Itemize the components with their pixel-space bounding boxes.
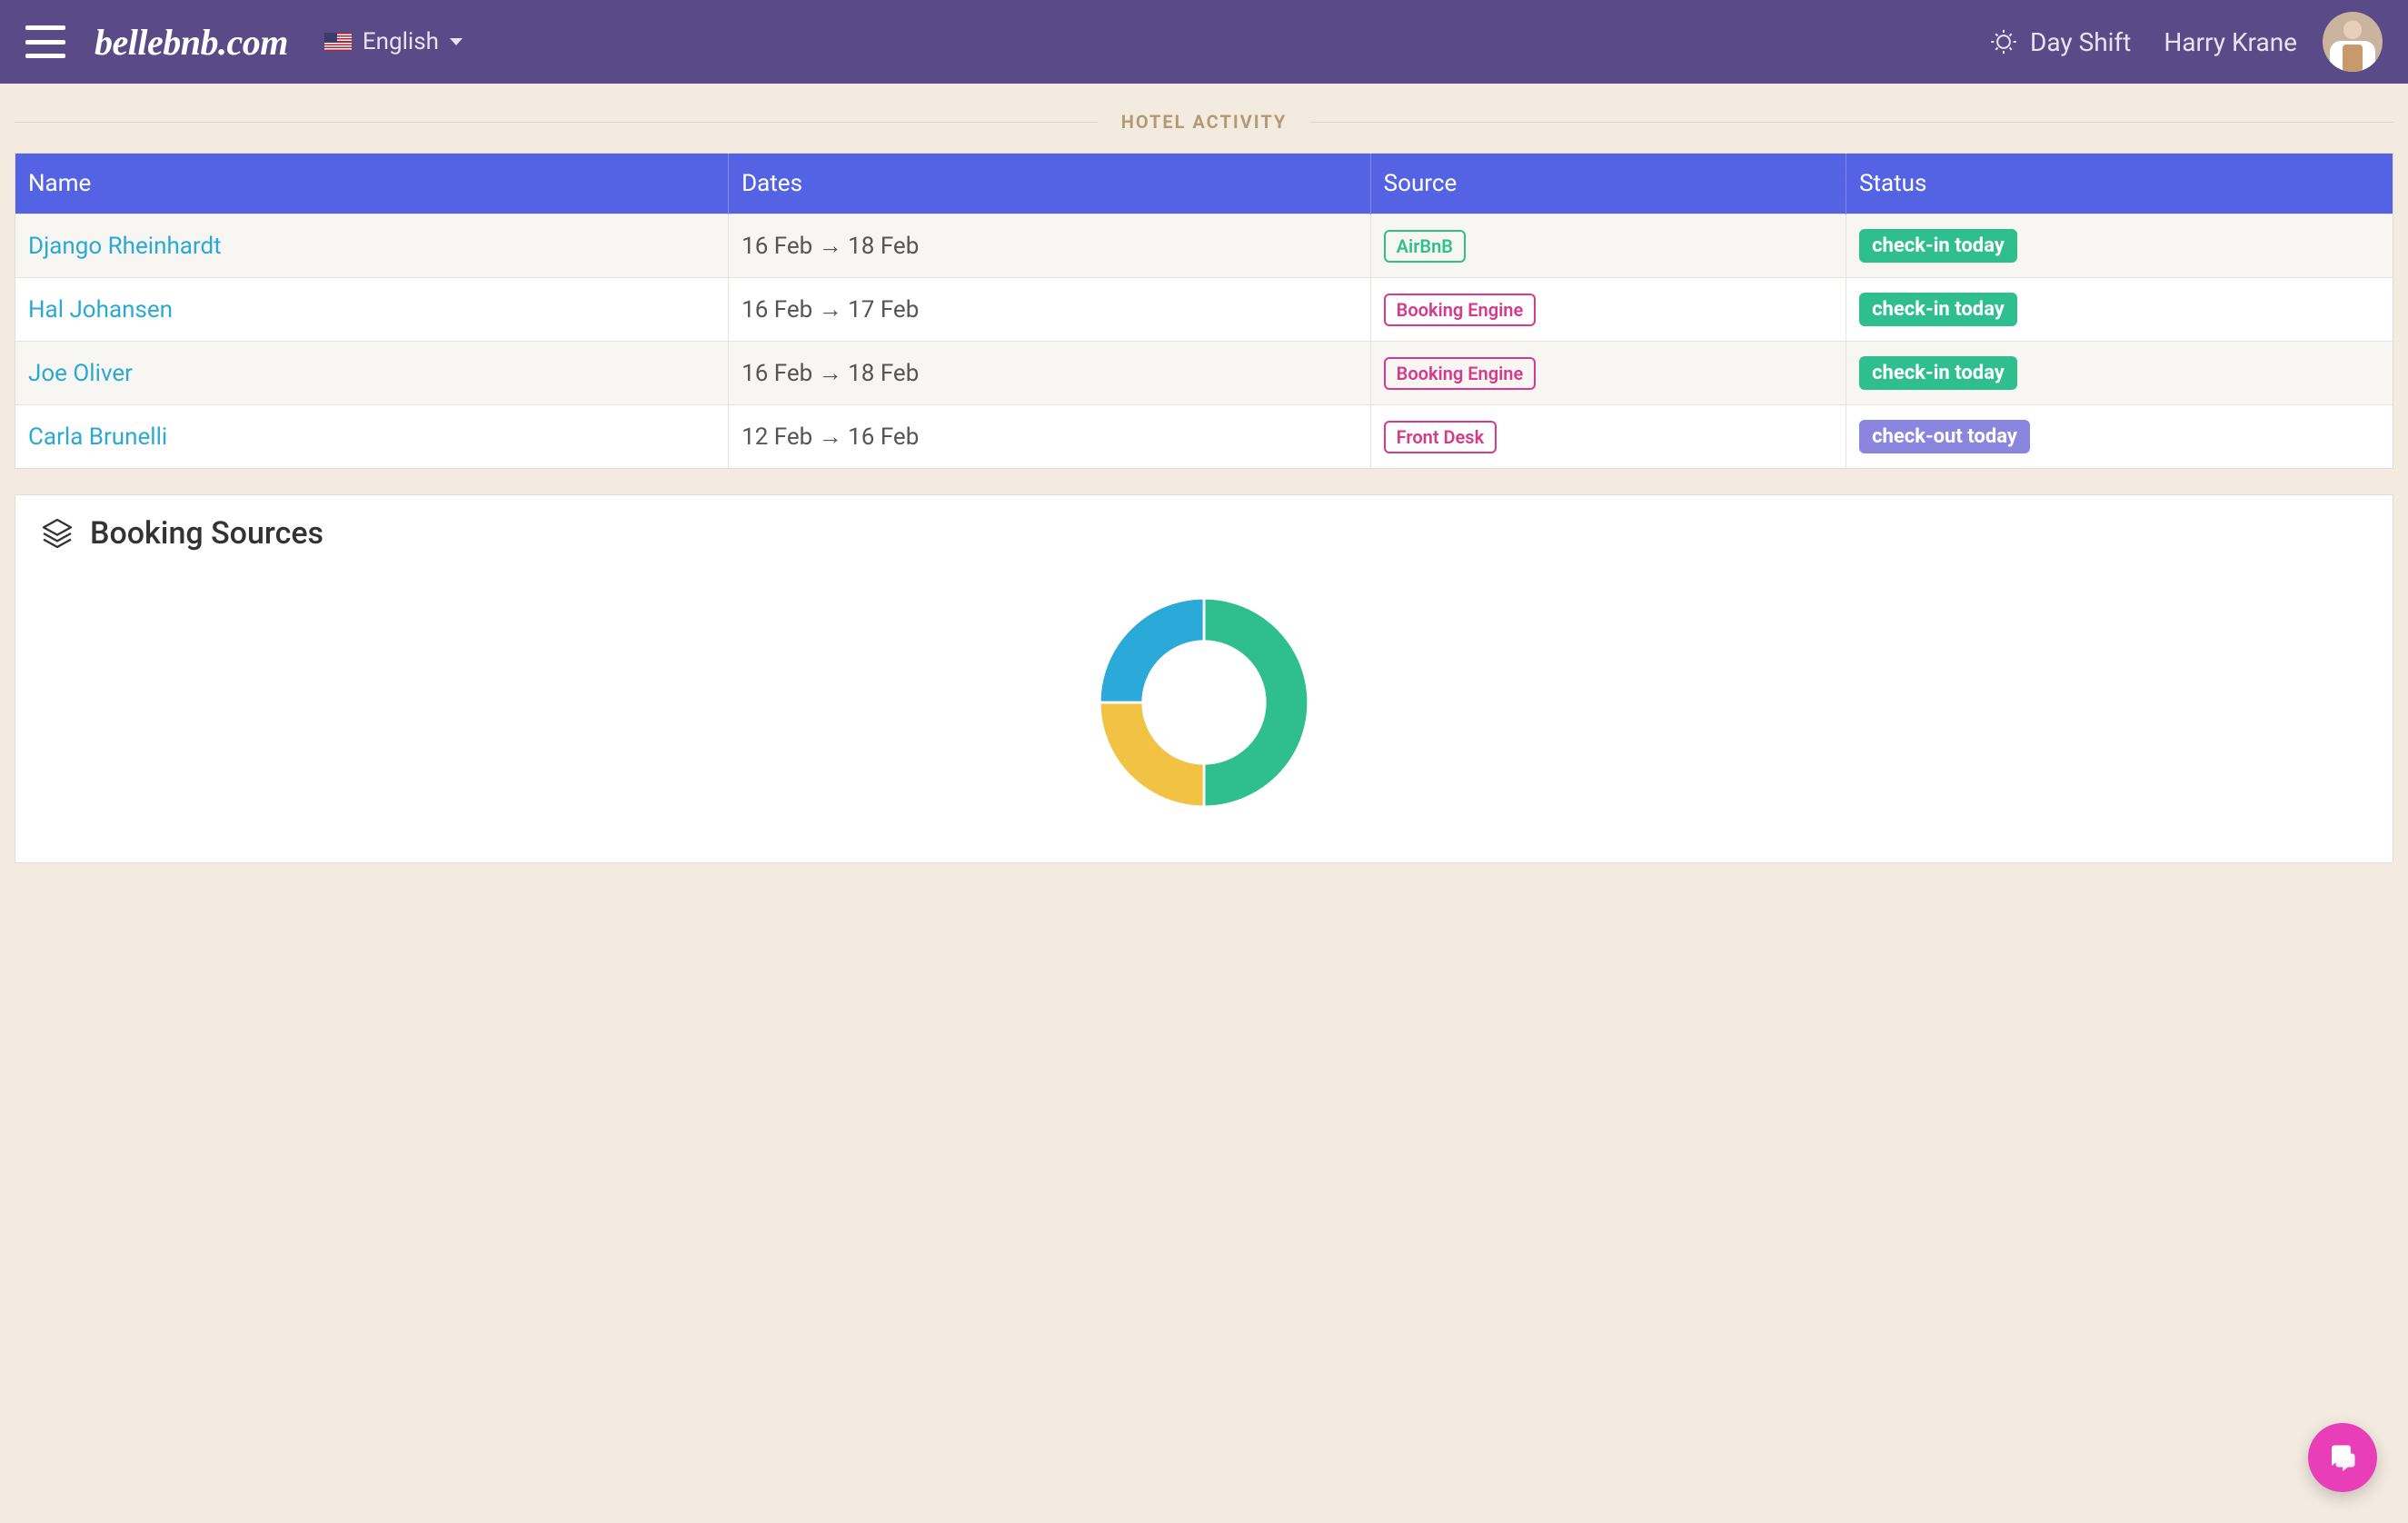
main-content: HOTEL ACTIVITY Name Dates Source Status …	[0, 111, 2408, 900]
status-badge[interactable]: check-in today	[1859, 229, 2017, 263]
section-title: HOTEL ACTIVITY	[1121, 111, 1288, 133]
source-tag[interactable]: AirBnB	[1384, 230, 1466, 263]
guest-link[interactable]: Carla Brunelli	[28, 423, 167, 451]
table-row: Joe Oliver 16 Feb → 18 Feb Booking Engine c…	[15, 342, 2393, 405]
status-badge[interactable]: check-in today	[1859, 293, 2017, 326]
cell-dates: 16 Feb → 17 Feb	[729, 278, 1371, 342]
cell-name: Hal Johansen	[15, 278, 729, 342]
activity-table: Name Dates Source Status Django Rheinhar…	[15, 153, 2393, 469]
chat-fab[interactable]	[2308, 1423, 2377, 1492]
source-tag[interactable]: Front Desk	[1384, 421, 1497, 453]
col-status[interactable]: Status	[1846, 154, 2393, 214]
cell-dates: 12 Feb → 16 Feb	[729, 405, 1371, 469]
col-name[interactable]: Name	[15, 154, 729, 214]
col-dates[interactable]: Dates	[729, 154, 1371, 214]
cell-status: check-in today	[1846, 342, 2393, 405]
sun-icon	[1990, 28, 2017, 55]
chat-icon	[2326, 1441, 2359, 1474]
avatar[interactable]	[2323, 12, 2383, 72]
cell-source: Front Desk	[1370, 405, 1846, 469]
section-divider: HOTEL ACTIVITY	[15, 111, 2393, 133]
cell-status: check-out today	[1846, 405, 2393, 469]
status-badge[interactable]: check-in today	[1859, 356, 2017, 390]
language-label: English	[363, 28, 439, 55]
cell-dates: 16 Feb → 18 Feb	[729, 342, 1371, 405]
card-title: Booking Sources	[90, 515, 323, 552]
shift-toggle[interactable]: Day Shift	[1990, 27, 2131, 57]
source-tag[interactable]: Booking Engine	[1384, 294, 1537, 326]
cell-source: Booking Engine	[1370, 342, 1846, 405]
layers-icon	[39, 515, 75, 552]
source-tag[interactable]: Booking Engine	[1384, 357, 1537, 390]
cell-dates: 16 Feb → 18 Feb	[729, 214, 1371, 278]
cell-status: check-in today	[1846, 214, 2393, 278]
language-selector[interactable]: English	[324, 28, 463, 55]
donut-slice[interactable]	[1100, 702, 1204, 807]
booking-sources-card: Booking Sources	[15, 494, 2393, 863]
table-row: Carla Brunelli 12 Feb → 16 Feb Front Desk c…	[15, 405, 2393, 469]
donut-slice[interactable]	[1204, 598, 1308, 807]
cell-source: Booking Engine	[1370, 278, 1846, 342]
guest-link[interactable]: Django Rheinhardt	[28, 233, 222, 260]
divider-line	[1310, 122, 2393, 123]
app-header: bellebnb.com English Day Shift Harry Kra…	[0, 0, 2408, 84]
cell-name: Carla Brunelli	[15, 405, 729, 469]
cell-name: Django Rheinhardt	[15, 214, 729, 278]
status-badge[interactable]: check-out today	[1859, 420, 2030, 453]
cell-status: check-in today	[1846, 278, 2393, 342]
cell-name: Joe Oliver	[15, 342, 729, 405]
col-source[interactable]: Source	[1370, 154, 1846, 214]
divider-line	[15, 122, 1098, 123]
flag-us-icon	[324, 33, 352, 51]
shift-label: Day Shift	[2030, 27, 2131, 57]
guest-link[interactable]: Joe Oliver	[28, 360, 133, 387]
guest-link[interactable]: Hal Johansen	[28, 296, 173, 324]
cell-source: AirBnB	[1370, 214, 1846, 278]
menu-button[interactable]	[25, 25, 65, 58]
table-body: Django Rheinhardt 16 Feb → 18 Feb AirBnB ch…	[15, 214, 2393, 469]
donut-chart	[39, 575, 2369, 830]
table-row: Hal Johansen 16 Feb → 17 Feb Booking Engin…	[15, 278, 2393, 342]
table-head: Name Dates Source Status	[15, 154, 2393, 214]
brand-logo[interactable]: bellebnb.com	[95, 21, 288, 64]
user-menu[interactable]: Harry Krane	[2164, 27, 2297, 57]
donut-slice[interactable]	[1100, 598, 1204, 702]
table-row: Django Rheinhardt 16 Feb → 18 Feb AirBnB ch…	[15, 214, 2393, 278]
chevron-down-icon	[450, 38, 463, 45]
